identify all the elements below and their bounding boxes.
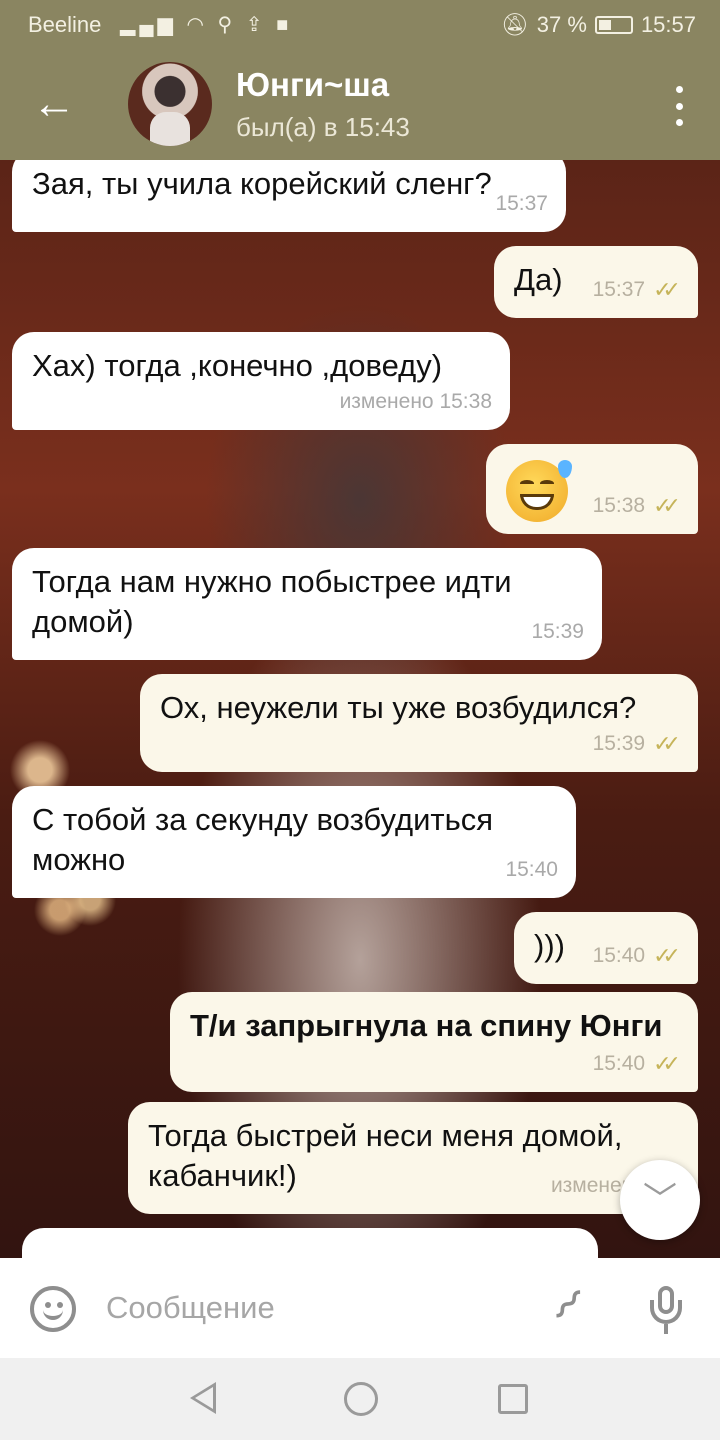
message-text: Тогда нам нужно побыстрее идти домой) (32, 564, 512, 639)
read-check-icon: ✓✓ (653, 493, 681, 518)
message-incoming[interactable]: Зая, ты учила корейский сленг? 15:37 (12, 160, 566, 232)
status-icons: ▂▄▆ ◠ ⚲ ⇪ ■ (120, 12, 292, 37)
message-outgoing[interactable]: Ох, неужели ты уже возбудился? 15:39 ✓✓ (140, 674, 698, 772)
video-icon: ■ (276, 14, 293, 36)
message-time: изменено 15:38 (339, 390, 492, 413)
clock: 15:57 (640, 12, 696, 37)
microphone-icon[interactable] (650, 1286, 682, 1336)
paperclip-icon[interactable]: ⌇ (541, 1280, 592, 1331)
message-outgoing[interactable]: 15:38 ✓✓ (486, 444, 698, 534)
back-button[interactable]: ← (28, 80, 80, 132)
message-input[interactable]: Сообщение (106, 1290, 275, 1326)
upload-icon: ⇪ (245, 14, 267, 36)
status-bar: Beeline ▂▄▆ ◠ ⚲ ⇪ ■ 🔕︎ 37 % 15:57 (0, 0, 720, 50)
nav-recent-icon[interactable] (498, 1384, 528, 1414)
system-nav-bar (0, 1358, 720, 1440)
contact-name[interactable]: Юнги~ша (236, 66, 389, 104)
read-check-icon: ✓✓ (653, 277, 681, 302)
message-outgoing[interactable]: ))) 15:40 ✓✓ (514, 912, 698, 984)
message-time: 15:37 (495, 192, 548, 215)
message-time: 15:37 (592, 278, 646, 301)
smile-icon[interactable] (30, 1286, 76, 1332)
nav-back-icon[interactable] (190, 1382, 216, 1414)
message-input-bar: Сообщение ⌇ (0, 1258, 720, 1358)
chat-header: ← Юнги~ша был(а) в 15:43 (0, 50, 720, 160)
message-time: 15:39 (592, 732, 646, 755)
carrier-name: Beeline (28, 12, 102, 37)
mute-icon: 🔕︎ (500, 12, 529, 37)
message-outgoing[interactable]: Т/и запрыгнула на спину Юнги 15:40 ✓✓ (170, 992, 698, 1092)
chat-area[interactable]: Зая, ты учила корейский сленг? 15:37 Да)… (0, 160, 720, 1258)
smiling-face-with-sweat-icon (506, 460, 572, 522)
more-vertical-icon[interactable] (672, 86, 686, 126)
nav-home-icon[interactable] (344, 1382, 378, 1416)
last-seen: был(а) в 15:43 (236, 112, 410, 142)
arrow-left-icon: ← (32, 79, 76, 128)
read-check-icon: ✓✓ (653, 943, 681, 968)
scroll-down-button[interactable]: ﹀ (620, 1160, 700, 1240)
message-incoming-partial[interactable] (22, 1228, 598, 1258)
message-incoming[interactable]: Тогда нам нужно побыстрее идти домой) 15… (12, 548, 602, 660)
message-text: С тобой за секунду возбудиться можно (32, 802, 494, 877)
message-incoming[interactable]: Хах) тогда ,конечно ,доведу) изменено 15… (12, 332, 510, 430)
battery-percent: 37 % (536, 12, 587, 37)
message-outgoing[interactable]: Тогда быстрей неси меня домой, кабанчик!… (128, 1102, 698, 1214)
read-check-icon: ✓✓ (653, 1051, 681, 1076)
message-text: Хах) тогда ,конечно ,доведу) (32, 348, 443, 383)
avatar[interactable] (128, 62, 212, 146)
chevron-down-icon: ﹀ (643, 1181, 677, 1219)
message-time: 15:40 (505, 858, 558, 881)
message-time: 15:40 (592, 944, 646, 967)
message-text: Ох, неужели ты уже возбудился? (160, 690, 637, 725)
message-text: Т/и запрыгнула на спину Юнги (190, 1008, 663, 1043)
battery-icon (594, 16, 633, 34)
message-incoming[interactable]: С тобой за секунду возбудиться можно 15:… (12, 786, 576, 898)
message-time: 15:40 (592, 1052, 646, 1075)
search-icon: ⚲ (217, 14, 237, 36)
signal-icon: ▂▄▆ (120, 14, 177, 36)
message-outgoing[interactable]: Да) 15:37 ✓✓ (494, 246, 698, 318)
status-right: 🔕︎ 37 % 15:57 (501, 12, 696, 38)
message-time: 15:38 (592, 494, 646, 517)
wifi-icon: ◠ (186, 14, 208, 36)
message-time: 15:39 (531, 620, 584, 643)
read-check-icon: ✓✓ (653, 731, 681, 756)
message-text: Зая, ты учила корейский сленг? (32, 166, 492, 201)
